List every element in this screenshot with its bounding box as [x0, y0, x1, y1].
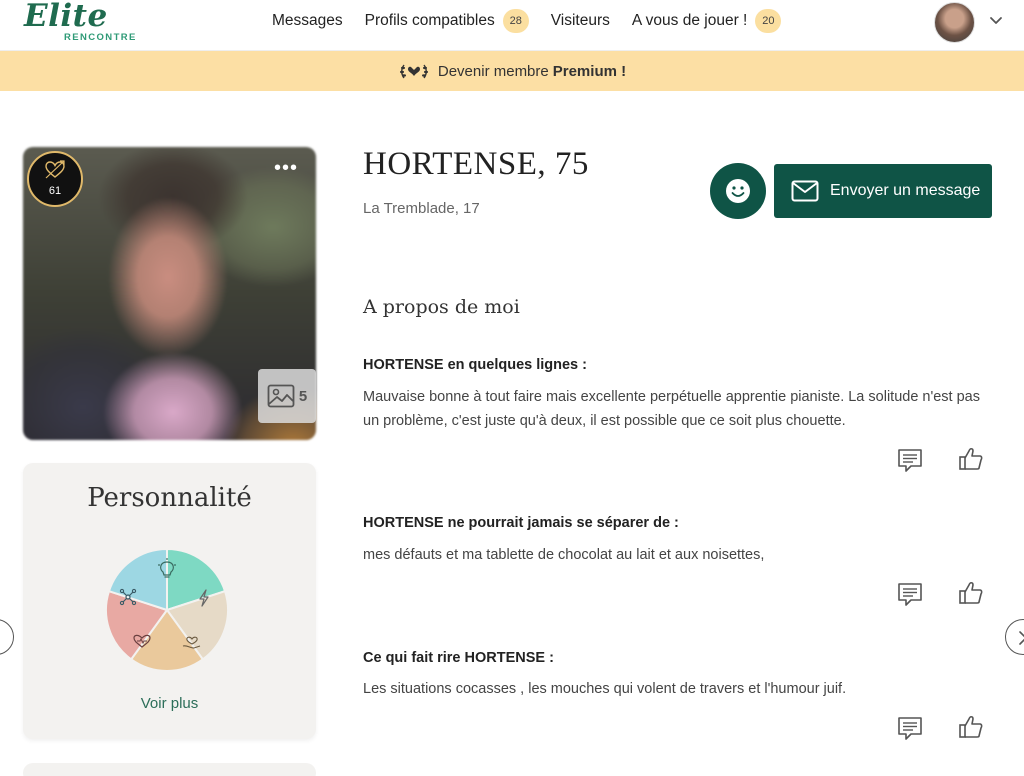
laurel-heart-icon	[399, 64, 428, 79]
logo-subtext: RENCONTRE	[64, 32, 137, 43]
personality-card: Personnalité Voir plus	[23, 463, 316, 739]
profile-name: HORTENSE, 75	[363, 146, 589, 182]
nav-visitors-label: Visiteurs	[550, 11, 610, 29]
like-icon[interactable]	[958, 580, 984, 606]
nav-your-turn-label: A vous de jouer !	[631, 11, 748, 29]
next-card	[23, 763, 316, 776]
nav-messages-label: Messages	[272, 11, 343, 29]
user-avatar[interactable]	[934, 2, 975, 43]
photo-count: 5	[298, 387, 308, 405]
compatibility-badge[interactable]: 61	[27, 151, 83, 207]
banner-text: Devenir membre	[437, 62, 549, 80]
about-answer-3: Les situations cocasses , les mouches qu…	[363, 681, 847, 697]
personality-chart[interactable]	[104, 547, 230, 673]
send-message-button[interactable]: Envoyer un message	[774, 164, 992, 218]
comment-icon[interactable]	[897, 448, 923, 474]
about-question-3: Ce qui fait rire HORTENSE :	[363, 650, 554, 666]
premium-banner[interactable]: Devenir membre Premium !	[0, 51, 1024, 91]
send-message-label: Envoyer un message	[830, 182, 981, 199]
logo-text: Elite	[24, 0, 108, 34]
cupid-heart-icon	[45, 160, 65, 179]
banner-premium-text: Premium !	[552, 62, 627, 80]
about-title: A propos de moi	[363, 296, 520, 318]
personality-title: Personnalité	[87, 483, 252, 513]
top-header: Elite RENCONTRE Messages Profils compati…	[0, 0, 1024, 51]
your-turn-badge: 20	[755, 8, 782, 33]
nav-visitors[interactable]: Visiteurs	[551, 12, 610, 30]
envelope-icon	[791, 180, 819, 202]
photo-gallery-button[interactable]: 5	[258, 369, 316, 423]
nav-compatible-profiles-label: Profils compatibles	[364, 11, 495, 29]
photo-more-options-button[interactable]: •••	[272, 158, 300, 184]
nav-messages[interactable]: Messages	[272, 12, 343, 30]
compatibility-score: 61	[48, 185, 62, 197]
chevron-right-icon	[1019, 631, 1024, 645]
personality-see-more-link[interactable]: Voir plus	[23, 695, 316, 712]
about-question-1: HORTENSE en quelques lignes :	[363, 357, 587, 373]
logo[interactable]: Elite RENCONTRE	[24, 0, 137, 46]
profile-location: La Tremblade, 17	[363, 200, 480, 217]
next-profile-button[interactable]	[1005, 619, 1024, 655]
main-nav: Messages Profils compatibles 28 Visiteur…	[272, 0, 803, 41]
nav-your-turn[interactable]: A vous de jouer ! 20	[631, 8, 782, 33]
like-icon[interactable]	[958, 714, 984, 740]
chevron-down-icon[interactable]	[988, 12, 1004, 28]
comment-icon[interactable]	[897, 716, 923, 742]
about-question-2: HORTENSE ne pourrait jamais se séparer d…	[363, 515, 679, 531]
comment-icon[interactable]	[897, 582, 923, 608]
send-smile-button[interactable]	[710, 163, 766, 219]
nav-compatible-profiles[interactable]: Profils compatibles 28	[364, 8, 529, 33]
compatible-profiles-badge: 28	[502, 8, 529, 33]
about-answer-1: Mauvaise bonne à tout faire mais excelle…	[363, 389, 980, 429]
smiley-icon	[726, 179, 750, 203]
like-icon[interactable]	[958, 446, 984, 472]
image-icon	[267, 384, 295, 408]
previous-profile-button[interactable]	[0, 619, 14, 655]
about-answer-2: mes défauts et ma tablette de chocolat a…	[363, 547, 765, 563]
